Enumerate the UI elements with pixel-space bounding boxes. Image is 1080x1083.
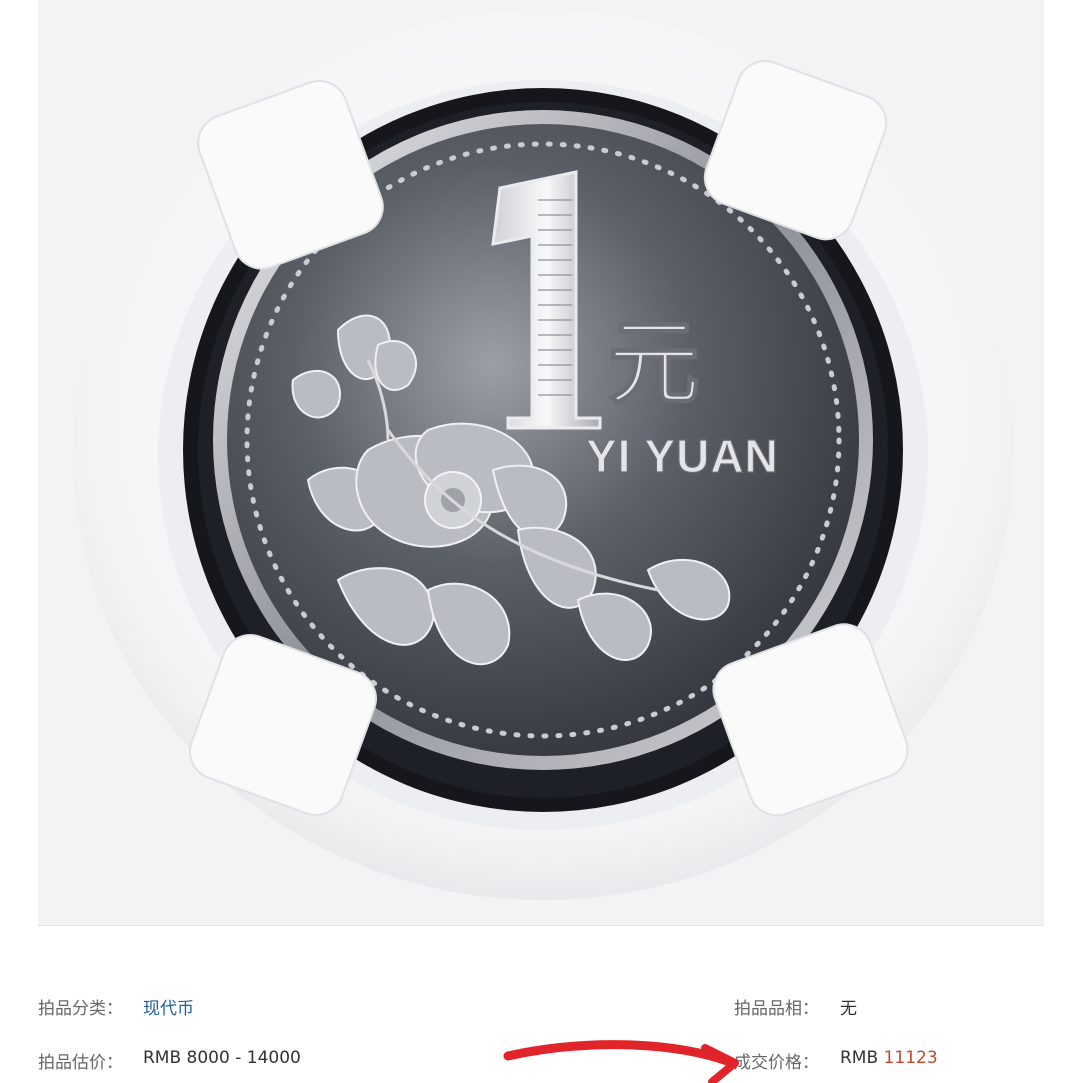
- category-link[interactable]: 现代币: [143, 994, 194, 1019]
- condition-label: 拍品品相：: [734, 999, 819, 1019]
- coin-photo: 元 YI YUAN: [38, 0, 1044, 926]
- category-row: 拍品分类： 现代币 拍品品相： 无: [0, 986, 1080, 1022]
- coin-yuan-char: 元: [608, 309, 700, 417]
- red-arrow-annotation: [503, 1040, 739, 1083]
- final-price-amount: 11123: [883, 1048, 938, 1068]
- estimate-label: 拍品估价：: [38, 1053, 123, 1073]
- coin-legend: YI YUAN: [586, 430, 779, 482]
- category-label: 拍品分类：: [38, 999, 123, 1019]
- final-price-value: RMB 11123: [840, 1048, 938, 1068]
- estimate-value: RMB 8000 - 14000: [143, 1048, 301, 1068]
- final-price-currency: RMB: [840, 1048, 879, 1068]
- condition-value: 无: [840, 999, 857, 1019]
